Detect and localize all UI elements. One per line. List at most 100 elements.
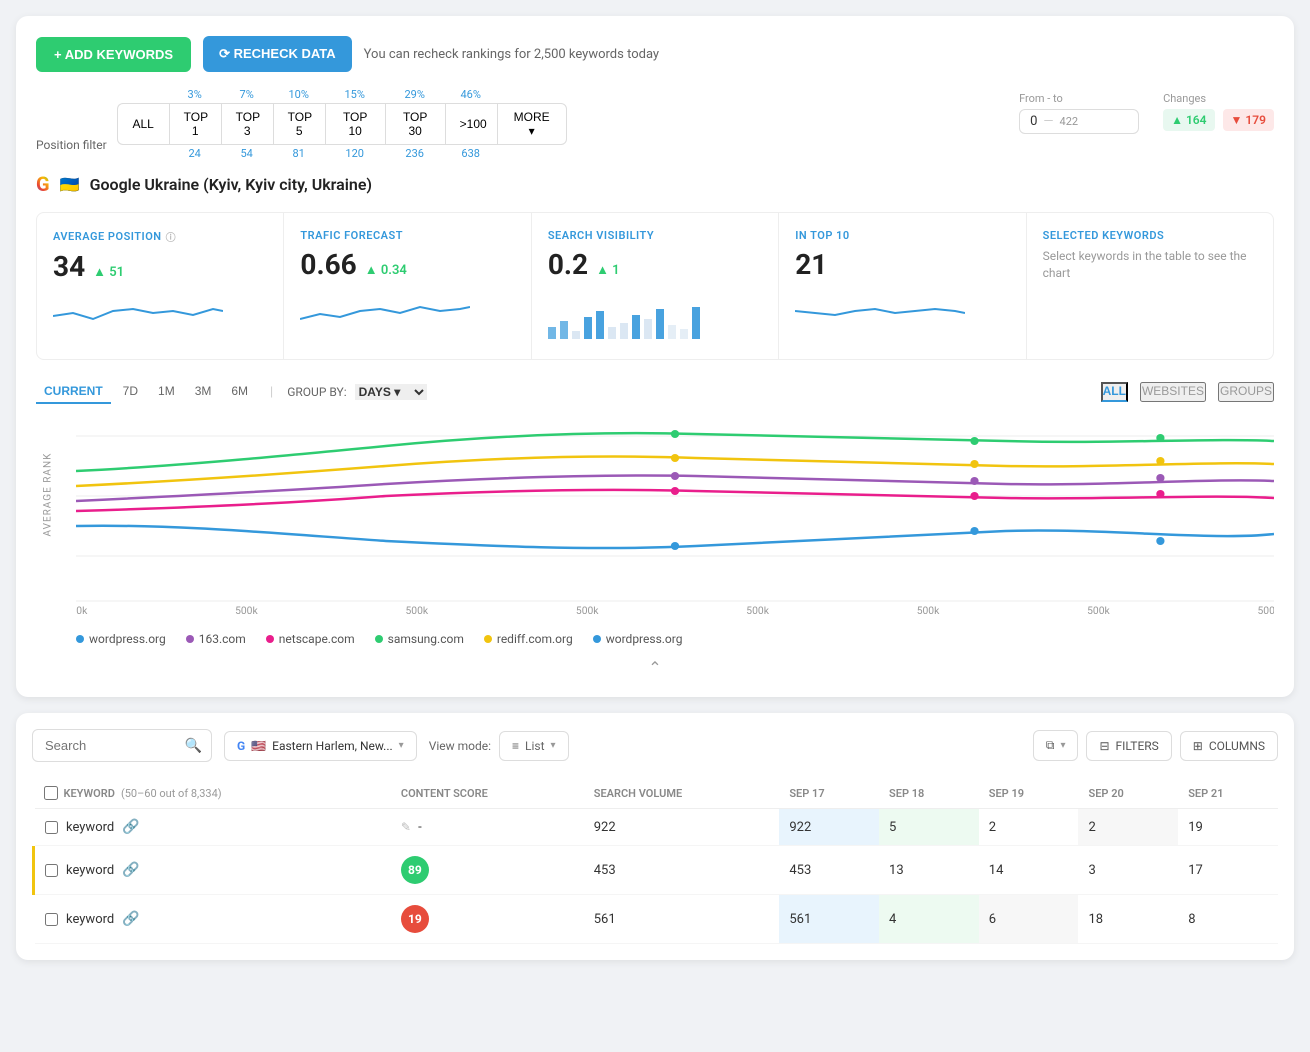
keyword-count: (50–60 out of 8,334): [121, 787, 222, 800]
filter-top1-button[interactable]: TOP 1: [169, 103, 221, 145]
legend-wordpress: wordpress.org: [76, 632, 166, 646]
td-sep19-1: 2: [979, 809, 1079, 846]
filter-more-button[interactable]: MORE ▾: [497, 103, 567, 145]
tab-1m[interactable]: 1M: [150, 380, 183, 404]
select-all-checkbox[interactable]: [44, 786, 58, 800]
tab-7d[interactable]: 7D: [115, 380, 146, 404]
position-filter-label: Position filter: [36, 138, 107, 152]
chevron-down-icon: ▾: [399, 740, 404, 751]
metric-avg-position: AVERAGE POSITION ⓘ 34 ▲ 51: [37, 213, 284, 359]
location-select-label: Eastern Harlem, New...: [272, 739, 393, 753]
th-sep20: SEP 20: [1078, 778, 1178, 809]
location-select[interactable]: G 🇺🇸 Eastern Harlem, New... ▾: [224, 731, 417, 761]
filter-top10-button[interactable]: TOP 10: [325, 103, 385, 145]
table-actions: ⧉ ▾ ⊟ FILTERS ⊞ COLUMNS: [1033, 730, 1278, 761]
filter-top3-button[interactable]: TOP 3: [221, 103, 273, 145]
filter-top5-button[interactable]: TOP 5: [273, 103, 325, 145]
td-sep19-3: 6: [979, 895, 1079, 944]
chart-tab-all[interactable]: ALL: [1101, 382, 1128, 402]
keyword-value-1: keyword: [66, 820, 114, 835]
view-mode-value: List: [525, 739, 545, 753]
row-checkbox-2[interactable]: [45, 864, 58, 877]
view-mode-label: View mode:: [429, 739, 491, 753]
filter-icon: ⊟: [1099, 739, 1109, 753]
td-volume-1: 922: [584, 809, 780, 846]
visibility-sparkline: [548, 289, 762, 343]
td-sep17-1: 922: [779, 809, 879, 846]
view-chevron-icon: ▾: [551, 740, 556, 751]
tab-current[interactable]: CURRENT: [36, 380, 111, 404]
link-icon-1[interactable]: 🔗: [122, 819, 139, 835]
filter-top30-button[interactable]: TOP 30: [385, 103, 445, 145]
avg-position-title: AVERAGE POSITION ⓘ: [53, 229, 267, 244]
td-sep17-2: 453: [779, 846, 879, 895]
filter-gt100-button[interactable]: >100: [445, 103, 497, 145]
pos-btn-row: ALL TOP 1 TOP 3 TOP 5 TOP 10 TOP 30 >100…: [117, 103, 567, 145]
count-top5: 81: [273, 147, 325, 160]
metric-selected-keywords: SELECTED KEYWORDS Select keywords in the…: [1027, 213, 1273, 359]
score-badge-2: 89: [401, 856, 429, 884]
copy-button[interactable]: ⧉ ▾: [1033, 730, 1079, 761]
th-content-score: CONTENT SCORE: [391, 778, 584, 809]
metrics-row: AVERAGE POSITION ⓘ 34 ▲ 51 TRAFIC FORECA…: [36, 212, 1274, 360]
google-logo: G: [36, 172, 50, 196]
filters-button[interactable]: ⊟ FILTERS: [1086, 731, 1171, 761]
tab-6m[interactable]: 6M: [223, 380, 256, 404]
td-sep17-3: 561: [779, 895, 879, 944]
pct-labels: 3% 7% 10% 15% 29% 46%: [117, 88, 567, 101]
from-to-section: From - to 0 — 422: [1019, 92, 1139, 134]
th-sep18: SEP 18: [879, 778, 979, 809]
info-icon: ⓘ: [166, 229, 177, 244]
tab-3m[interactable]: 3M: [187, 380, 220, 404]
add-keywords-button[interactable]: + ADD KEYWORDS: [36, 37, 191, 72]
avg-position-delta: ▲ 51: [93, 264, 124, 280]
separator: |: [270, 385, 273, 400]
columns-label: COLUMNS: [1209, 739, 1265, 753]
keyword-value-2: keyword: [66, 863, 114, 878]
position-filter-group: Position filter 3% 7% 10% 15% 29% 46% AL…: [36, 88, 567, 160]
count-top10: 120: [325, 147, 385, 160]
from-to-input[interactable]: 0 — 422: [1019, 109, 1139, 134]
row-checkbox-1[interactable]: [45, 821, 58, 834]
table-row: keyword 🔗 19 561 561 4 6 18 8: [34, 895, 1279, 944]
pct-top1: 3%: [169, 88, 221, 101]
top10-sparkline: [795, 289, 1009, 333]
td-score-3: 19: [391, 895, 584, 944]
link-icon-2[interactable]: 🔗: [122, 862, 139, 878]
th-sep19: SEP 19: [979, 778, 1079, 809]
td-sep18-2: 13: [879, 846, 979, 895]
filters-label: FILTERS: [1116, 739, 1159, 753]
legend-samsung: samsung.com: [375, 632, 464, 646]
us-flag: 🇺🇸: [251, 739, 266, 753]
group-by-select[interactable]: DAYS ▾ WEEKS MONTHS: [355, 384, 427, 400]
row-checkbox-3[interactable]: [45, 913, 58, 926]
selected-keywords-subtitle: Select keywords in the table to see the …: [1043, 248, 1257, 282]
chart-tab-groups[interactable]: GROUPS: [1218, 382, 1274, 402]
td-sep21-1: 19: [1178, 809, 1278, 846]
count-top1: 24: [169, 147, 221, 160]
svg-text:500k: 500k: [746, 606, 769, 616]
from-value: 0: [1030, 114, 1037, 129]
columns-icon: ⊞: [1193, 739, 1203, 753]
count-labels: 24 54 81 120 236 638: [117, 147, 567, 160]
collapse-button[interactable]: ⌃: [36, 646, 1274, 677]
columns-button[interactable]: ⊞ COLUMNS: [1180, 731, 1278, 761]
traffic-forecast-delta: ▲ 0.34: [365, 262, 407, 278]
table-row: keyword 🔗 ✎ - 922 922 5 2 2 19: [34, 809, 1279, 846]
selected-keywords-title: SELECTED KEYWORDS: [1043, 229, 1257, 242]
list-icon: ≡: [512, 739, 519, 753]
chart-tab-websites[interactable]: WEBSITES: [1140, 382, 1206, 402]
td-sep21-2: 17: [1178, 846, 1278, 895]
td-volume-2: 453: [584, 846, 780, 895]
filter-all-button[interactable]: ALL: [117, 103, 169, 145]
td-sep20-2: 3: [1078, 846, 1178, 895]
recheck-data-button[interactable]: ⟳ RECHECK DATA: [203, 36, 352, 72]
changes-section: Changes ▲ 164 ▼ 179: [1163, 92, 1274, 131]
link-icon-3[interactable]: 🔗: [122, 911, 139, 927]
location-text: Google Ukraine (Kyiv, Kyiv city, Ukraine…: [90, 175, 372, 194]
svg-text:500k: 500k: [576, 606, 599, 616]
td-keyword-1: keyword 🔗: [34, 809, 391, 846]
data-table: KEYWORD (50–60 out of 8,334) CONTENT SCO…: [32, 778, 1278, 944]
changes-down-badge: ▼ 179: [1223, 109, 1274, 131]
view-mode-select[interactable]: ≡ List ▾: [499, 731, 569, 761]
